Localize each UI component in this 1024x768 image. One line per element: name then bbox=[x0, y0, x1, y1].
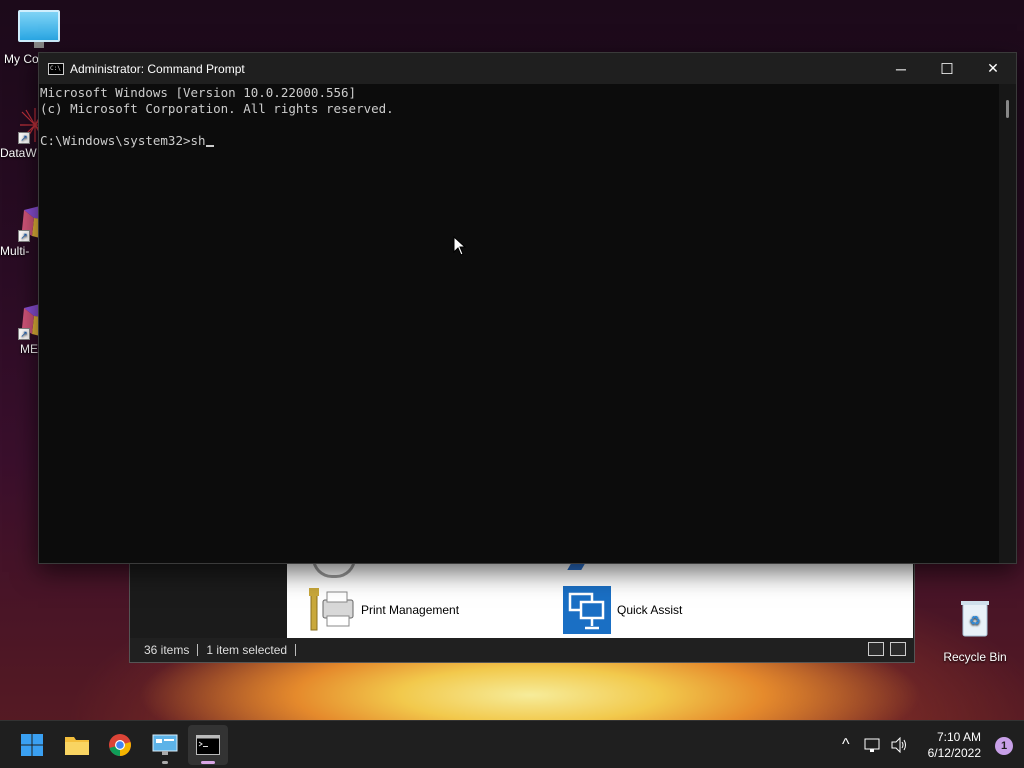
partial-item-icon bbox=[567, 564, 585, 570]
shortcut-arrow-icon: ↗ bbox=[18, 230, 30, 242]
taskbar: ^ 7:10 AM 6/12/2022 1 bbox=[0, 720, 1024, 768]
computer-icon bbox=[18, 10, 60, 48]
close-icon: ✕ bbox=[987, 60, 999, 76]
system-tray: ^ bbox=[842, 721, 908, 768]
cp-item-label: Quick Assist bbox=[617, 603, 683, 617]
control-panel-content: Print Management Quick Assist bbox=[287, 558, 913, 639]
taskbar-command-prompt[interactable] bbox=[188, 725, 228, 765]
close-button[interactable]: ✕ bbox=[970, 53, 1016, 84]
status-bar: 36 items 1 item selected bbox=[130, 638, 914, 662]
minimize-button[interactable]: ─ bbox=[878, 53, 924, 84]
show-hidden-icons-chevron-icon[interactable]: ^ bbox=[842, 736, 850, 754]
start-icon bbox=[21, 734, 43, 756]
clock[interactable]: 7:10 AM 6/12/2022 bbox=[928, 729, 981, 761]
chrome-icon bbox=[109, 734, 131, 756]
taskbar-control-panel[interactable] bbox=[145, 725, 185, 765]
running-indicator bbox=[162, 761, 168, 764]
selection-status: 1 item selected bbox=[206, 643, 288, 657]
cp-item-print-management[interactable]: Print Management bbox=[307, 586, 459, 634]
network-icon[interactable] bbox=[864, 737, 882, 753]
control-panel-window[interactable]: Print Management Quick Assist 36 items 1… bbox=[129, 558, 915, 663]
control-panel-icon bbox=[152, 734, 178, 755]
command-prompt-window[interactable]: C:\ Administrator: Command Prompt ─ ☐ ✕ … bbox=[38, 52, 1017, 564]
console-prompt-line[interactable]: C:\Windows\system32>sh bbox=[40, 133, 999, 149]
window-title: Administrator: Command Prompt bbox=[70, 61, 245, 76]
shortcut-arrow-icon: ↗ bbox=[18, 328, 30, 340]
status-separator bbox=[295, 644, 297, 656]
taskbar-chrome[interactable] bbox=[100, 725, 140, 765]
status-separator bbox=[197, 644, 199, 656]
console-line: Microsoft Windows [Version 10.0.22000.55… bbox=[40, 85, 357, 100]
console-input[interactable]: sh bbox=[191, 133, 206, 148]
taskbar-file-explorer[interactable] bbox=[57, 725, 97, 765]
command-prompt-icon: C:\ bbox=[48, 62, 64, 75]
cp-item-label: Print Management bbox=[361, 603, 460, 617]
minimize-icon: ─ bbox=[896, 60, 906, 77]
maximize-button[interactable]: ☐ bbox=[924, 53, 970, 84]
console-output[interactable]: Microsoft Windows [Version 10.0.22000.55… bbox=[39, 84, 999, 563]
svg-text:♻: ♻ bbox=[969, 614, 981, 629]
large-icons-view-icon[interactable] bbox=[890, 642, 906, 656]
item-count: 36 items bbox=[144, 643, 190, 657]
vertical-scrollbar[interactable] bbox=[999, 84, 1016, 563]
desktop-icon-recycle-bin[interactable]: ♻ Recycle Bin bbox=[940, 598, 1010, 664]
scrollbar-thumb[interactable] bbox=[1006, 100, 1009, 118]
cp-item-quick-assist[interactable]: Quick Assist bbox=[563, 586, 682, 634]
quick-assist-icon bbox=[563, 586, 611, 634]
notification-badge[interactable]: 1 bbox=[995, 737, 1013, 755]
shortcut-arrow-icon: ↗ bbox=[18, 132, 30, 144]
console-prompt: C:\Windows\system32> bbox=[40, 133, 191, 148]
maximize-icon: ☐ bbox=[940, 60, 954, 78]
printer-icon bbox=[307, 586, 355, 634]
mouse-pointer-icon bbox=[453, 235, 467, 261]
start-button[interactable] bbox=[12, 725, 52, 765]
details-view-icon[interactable] bbox=[868, 642, 884, 656]
active-indicator bbox=[201, 761, 215, 764]
recycle-bin-icon: ♻ bbox=[958, 598, 992, 638]
title-bar[interactable]: C:\ Administrator: Command Prompt ─ ☐ ✕ bbox=[39, 53, 1016, 84]
file-explorer-icon bbox=[65, 737, 89, 755]
volume-icon[interactable] bbox=[890, 737, 908, 753]
command-prompt-icon bbox=[196, 735, 220, 755]
desktop-icon-label: Recycle Bin bbox=[943, 650, 1007, 664]
clock-time: 7:10 AM bbox=[936, 730, 981, 744]
text-cursor bbox=[205, 145, 214, 147]
console-line: (c) Microsoft Corporation. All rights re… bbox=[40, 101, 394, 116]
clock-date: 6/12/2022 bbox=[927, 746, 981, 760]
